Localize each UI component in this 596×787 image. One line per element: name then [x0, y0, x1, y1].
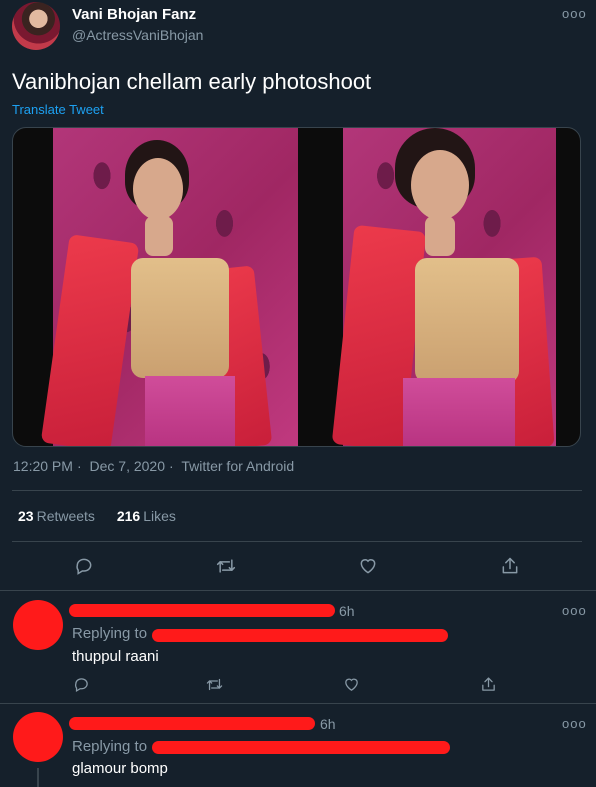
like-icon[interactable]: [343, 676, 360, 693]
author-handle[interactable]: @ActressVaniBhojan: [72, 27, 203, 43]
replying-to-label: Replying to: [72, 738, 148, 755]
redacted-username: [69, 717, 315, 730]
divider: [12, 541, 582, 542]
reply-text: glamour bomp: [72, 760, 168, 777]
reply-more-options-button[interactable]: ooo: [562, 716, 587, 731]
divider: [0, 590, 596, 591]
tweet-text: Vanibhojan chellam early photoshoot: [12, 69, 372, 94]
share-icon[interactable]: [500, 556, 520, 576]
tweet-meta: 12:20 PM · Dec 7, 2020 · Twitter for Andro…: [13, 458, 295, 474]
reply-avatar[interactable]: [13, 600, 63, 650]
reply-time[interactable]: 6h: [339, 603, 355, 619]
likes-count: 216: [116, 508, 141, 524]
reply-icon[interactable]: [74, 556, 94, 576]
retweets-count: 23: [18, 508, 34, 524]
thread-line: [37, 768, 39, 787]
divider: [12, 490, 582, 491]
redacted-username: [69, 604, 335, 617]
likes-stat[interactable]: 216 Likes: [117, 508, 176, 524]
reply-text: thuppul raani: [72, 648, 159, 665]
tweet-source[interactable]: Twitter for Android: [181, 458, 294, 474]
more-options-button[interactable]: ooo: [562, 6, 587, 21]
share-icon[interactable]: [480, 676, 497, 693]
retweets-stat[interactable]: 23 Retweets: [18, 508, 95, 524]
translate-tweet-link[interactable]: Translate Tweet: [12, 102, 104, 117]
like-icon[interactable]: [358, 556, 378, 576]
reply-icon[interactable]: [73, 676, 90, 693]
reply-more-options-button[interactable]: ooo: [562, 603, 587, 618]
author-avatar[interactable]: [12, 2, 60, 50]
reply-avatar[interactable]: [13, 712, 63, 762]
retweet-icon[interactable]: [206, 676, 223, 693]
reply-time[interactable]: 6h: [320, 716, 336, 732]
tweet-media[interactable]: [12, 127, 581, 447]
redacted-mention: [152, 741, 450, 754]
tweet-time[interactable]: 12:20 PM: [13, 458, 73, 474]
tweet-stats: 23 Retweets 216 Likes: [18, 508, 194, 524]
redacted-mention: [152, 629, 448, 642]
replying-to-label: Replying to: [72, 625, 148, 642]
divider: [0, 703, 596, 704]
author-display-name[interactable]: Vani Bhojan Fanz: [72, 6, 196, 23]
photo-1[interactable]: [40, 128, 298, 446]
tweet-date[interactable]: Dec 7, 2020: [90, 458, 166, 474]
retweet-icon[interactable]: [216, 556, 236, 576]
likes-label: Likes: [143, 508, 176, 524]
retweets-label: Retweets: [36, 508, 95, 524]
photo-2[interactable]: [331, 128, 556, 446]
